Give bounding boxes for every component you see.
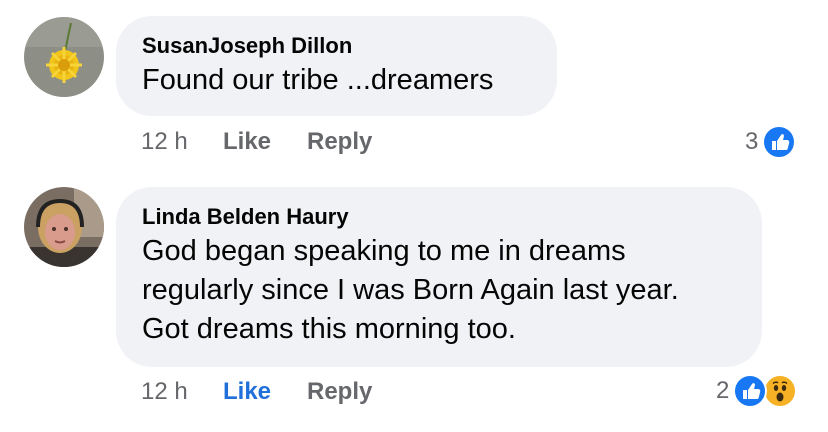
comment-text-line: regularly since I was Born Again last ye… <box>142 274 679 306</box>
comment-text-line: Got dreams this morning too. <box>142 313 516 345</box>
avatar[interactable] <box>24 187 104 267</box>
comment-text: Found our tribe ...dreamers <box>142 64 494 96</box>
comment: SusanJoseph Dillon Found our tribe ...dr… <box>0 0 828 170</box>
wow-icon <box>763 374 798 408</box>
reaction-count: 3 <box>745 128 759 155</box>
comment-timestamp[interactable]: 12 h <box>141 127 188 157</box>
avatar[interactable] <box>24 17 104 97</box>
comment-timestamp[interactable]: 12 h <box>141 377 188 407</box>
comment-bubble: SusanJoseph Dillon Found our tribe ...dr… <box>116 16 557 116</box>
reply-button[interactable]: Reply <box>307 377 372 407</box>
like-button[interactable]: Like <box>223 377 271 407</box>
like-button[interactable]: Like <box>223 127 271 157</box>
reaction-summary[interactable]: 3 <box>745 124 797 160</box>
reaction-summary[interactable]: 2 <box>716 373 798 409</box>
comment: Linda Belden Haury God began speaking to… <box>0 170 828 432</box>
comment-bubble: Linda Belden Haury God began speaking to… <box>116 187 762 367</box>
woman-with-headphones-avatar-image <box>24 187 104 267</box>
like-icon <box>733 374 768 408</box>
reply-button[interactable]: Reply <box>307 127 372 157</box>
dandelion-avatar-image <box>24 17 104 97</box>
reaction-count: 2 <box>716 377 730 404</box>
like-icon <box>762 125 797 159</box>
comment-author[interactable]: SusanJoseph Dillon <box>142 31 533 61</box>
comment-author[interactable]: Linda Belden Haury <box>142 202 738 232</box>
comment-text-line: God began speaking to me in dreams <box>142 235 626 267</box>
